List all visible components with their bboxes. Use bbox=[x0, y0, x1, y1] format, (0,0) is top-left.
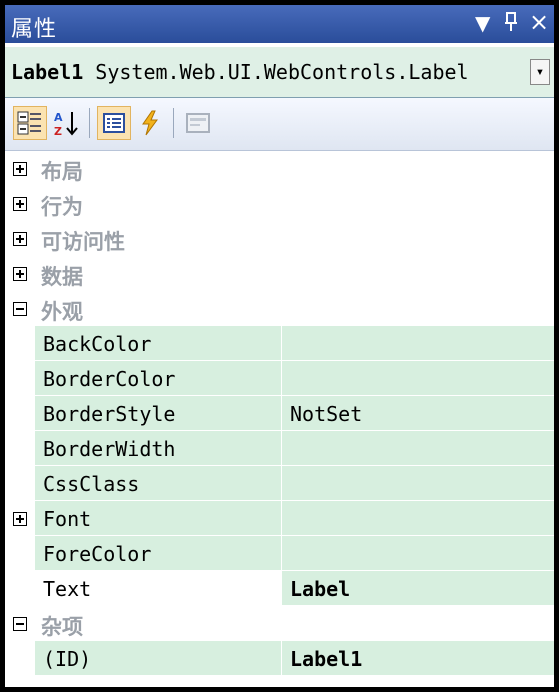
categorized-button[interactable] bbox=[13, 106, 47, 140]
property-value-cell[interactable]: Label1 bbox=[282, 641, 554, 676]
category-label: 杂项 bbox=[41, 615, 83, 639]
property-name-cell: BorderWidth bbox=[35, 431, 282, 466]
property-name: BorderStyle bbox=[43, 402, 176, 426]
properties-icon bbox=[103, 113, 125, 133]
property-pages-icon bbox=[186, 113, 210, 133]
expand-icon[interactable] bbox=[13, 197, 27, 211]
properties-toolbar: A Z bbox=[5, 98, 554, 151]
toolbar-separator bbox=[89, 108, 90, 138]
property-name: Font bbox=[43, 507, 92, 531]
events-lightning-icon bbox=[142, 110, 158, 136]
property-value-cell[interactable]: NotSet bbox=[282, 396, 554, 431]
expand-icon[interactable] bbox=[13, 232, 27, 246]
property-value-cell[interactable] bbox=[282, 501, 554, 536]
property-name-cell: Font bbox=[35, 501, 282, 536]
property-value-cell[interactable] bbox=[282, 536, 554, 571]
category-row-layout[interactable]: 布局 bbox=[5, 151, 554, 186]
property-row-id[interactable]: (ID) Label1 bbox=[5, 641, 554, 676]
property-row-forecolor[interactable]: ForeColor bbox=[5, 536, 554, 571]
category-label: 行为 bbox=[41, 195, 83, 219]
property-value-cell[interactable] bbox=[282, 361, 554, 396]
property-name: BorderWidth bbox=[43, 437, 176, 461]
property-row-borderstyle[interactable]: BorderStyle NotSet bbox=[5, 396, 554, 431]
category-row-appearance[interactable]: 外观 bbox=[5, 291, 554, 326]
property-row-font[interactable]: Font bbox=[5, 501, 554, 536]
property-name-cell: BorderColor bbox=[35, 361, 282, 396]
property-row-borderwidth[interactable]: BorderWidth bbox=[5, 431, 554, 466]
categorized-icon bbox=[17, 111, 41, 135]
category-label: 布局 bbox=[41, 160, 83, 184]
title-bar: 属性 ▼ × bbox=[5, 5, 554, 43]
property-name-cell: Text bbox=[35, 571, 282, 606]
object-selector[interactable]: Label1 System.Web.UI.WebControls.Label ▾ bbox=[5, 47, 554, 98]
pin-icon-graphic bbox=[505, 12, 517, 31]
property-value-cell[interactable]: Label bbox=[282, 571, 554, 606]
category-row-behavior[interactable]: 行为 bbox=[5, 186, 554, 221]
category-row-data[interactable]: 数据 bbox=[5, 256, 554, 291]
expand-icon[interactable] bbox=[13, 512, 27, 526]
property-row-backcolor[interactable]: BackColor bbox=[5, 326, 554, 361]
property-grid: 布局 行为 可访问性 数据 外观 BackColor BorderColor B… bbox=[5, 151, 554, 676]
alphabetical-sort-icon: A Z bbox=[54, 111, 78, 137]
property-name: BorderColor bbox=[43, 367, 176, 391]
category-row-accessibility[interactable]: 可访问性 bbox=[5, 221, 554, 256]
property-pages-button[interactable] bbox=[181, 106, 215, 140]
property-name-cell: ForeColor bbox=[35, 536, 282, 571]
property-value-cell[interactable] bbox=[282, 431, 554, 466]
svg-text:Z: Z bbox=[54, 125, 62, 137]
object-selector-text: Label1 System.Web.UI.WebControls.Label bbox=[11, 60, 526, 84]
property-row-bordercolor[interactable]: BorderColor bbox=[5, 361, 554, 396]
category-row-misc[interactable]: 杂项 bbox=[5, 606, 554, 641]
property-name: ForeColor bbox=[43, 542, 152, 566]
toolbar-separator bbox=[173, 108, 174, 138]
object-type: System.Web.UI.WebControls.Label bbox=[95, 60, 469, 84]
property-name-cell: BackColor bbox=[35, 326, 282, 361]
property-value: Label bbox=[290, 577, 351, 601]
category-label: 数据 bbox=[41, 265, 83, 289]
property-row-text[interactable]: Text Label bbox=[5, 571, 554, 606]
object-name: Label1 bbox=[11, 60, 84, 84]
property-name: (ID) bbox=[43, 647, 92, 671]
svg-text:A: A bbox=[54, 111, 63, 124]
expand-icon[interactable] bbox=[13, 267, 27, 281]
pin-icon[interactable] bbox=[503, 11, 519, 39]
object-selector-dropdown-button[interactable]: ▾ bbox=[530, 59, 550, 85]
property-row-cssclass[interactable]: CssClass bbox=[5, 466, 554, 501]
collapse-icon[interactable] bbox=[13, 302, 27, 316]
events-button[interactable] bbox=[133, 106, 167, 140]
category-label: 可访问性 bbox=[41, 230, 125, 254]
property-name-cell: (ID) bbox=[35, 641, 282, 676]
property-name: BackColor bbox=[43, 332, 152, 356]
window-title: 属性 bbox=[11, 17, 58, 42]
close-icon[interactable]: × bbox=[529, 8, 549, 36]
category-label: 外观 bbox=[41, 300, 83, 324]
property-value: NotSet bbox=[290, 402, 363, 426]
expand-icon[interactable] bbox=[13, 162, 27, 176]
property-value-cell[interactable] bbox=[282, 326, 554, 361]
window-menu-dropdown-icon[interactable]: ▼ bbox=[475, 11, 490, 35]
collapse-icon[interactable] bbox=[13, 617, 27, 631]
property-value: Label1 bbox=[290, 647, 363, 671]
alphabetical-button[interactable]: A Z bbox=[49, 106, 83, 140]
property-name-cell: BorderStyle bbox=[35, 396, 282, 431]
property-name-cell: CssClass bbox=[35, 466, 282, 501]
properties-button[interactable] bbox=[97, 106, 131, 140]
property-value-cell[interactable] bbox=[282, 466, 554, 501]
property-name: Text bbox=[43, 577, 92, 601]
property-name: CssClass bbox=[43, 472, 140, 496]
